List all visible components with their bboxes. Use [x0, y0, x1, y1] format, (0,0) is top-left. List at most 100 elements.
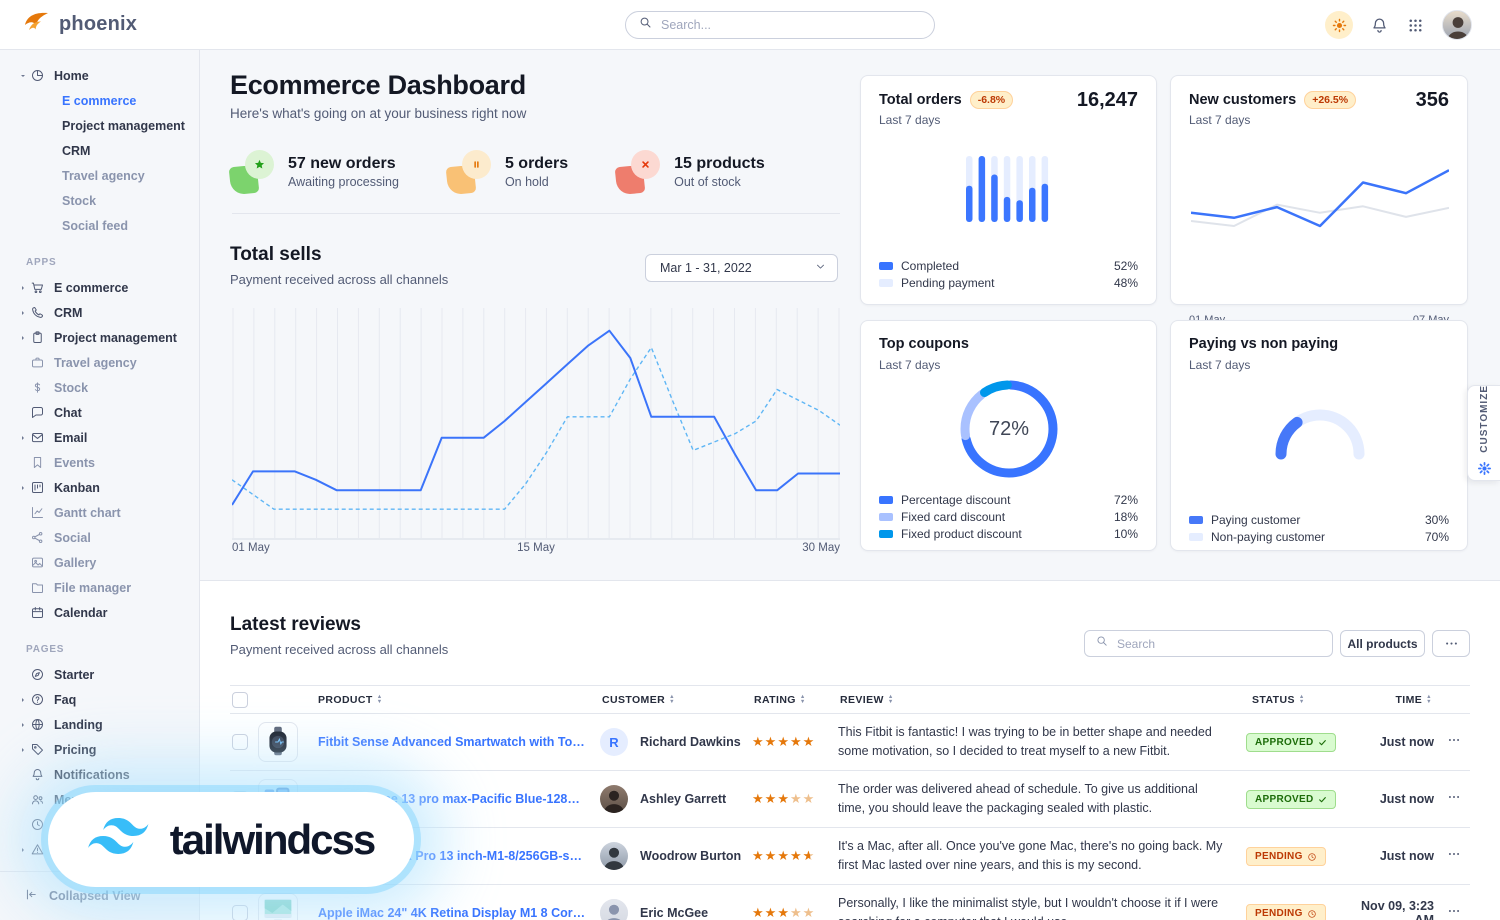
dashboard-section: Ecommerce Dashboard Here's what's going … — [200, 50, 1500, 580]
order-stats-row: 57 new ordersAwaiting processing5 orders… — [230, 150, 765, 194]
user-avatar[interactable] — [1442, 10, 1472, 40]
x-stat-icon — [616, 150, 660, 194]
row-menu-button[interactable] — [1438, 733, 1470, 752]
sidebar-item-gantt-chart[interactable]: Gantt chart — [0, 500, 199, 525]
notifications-bell-icon[interactable] — [1370, 16, 1389, 35]
sidebar-item-label: E commerce — [62, 94, 136, 108]
review-text: The order was delivered ahead of schedul… — [828, 780, 1246, 818]
sidebar-item-kanban[interactable]: Kanban — [0, 475, 199, 500]
sidebar-item-social-feed[interactable]: Social feed — [0, 213, 199, 238]
customer-name: Ashley Garrett — [640, 792, 726, 806]
date-range-select[interactable]: Mar 1 - 31, 2022 — [645, 254, 838, 282]
reviews-search-input[interactable] — [1117, 637, 1322, 651]
chat-icon — [30, 405, 46, 420]
top-coupons-legend-item: Fixed card discount18% — [879, 508, 1138, 525]
x-tick: 01 May — [232, 542, 270, 554]
caret-right-icon — [19, 846, 27, 854]
row-checkbox[interactable] — [232, 905, 248, 920]
column-header-time[interactable]: TIME▲▼ — [1350, 694, 1438, 706]
sidebar-item-project-management[interactable]: Project management — [0, 325, 199, 350]
review-time: Just now — [1350, 735, 1438, 749]
status-badge-pending: PENDING — [1246, 847, 1326, 866]
rating-stars: ★★★★★ — [744, 905, 828, 920]
legend-swatch — [1189, 516, 1203, 524]
row-checkbox[interactable] — [232, 734, 248, 750]
global-search[interactable] — [625, 11, 935, 39]
column-header-product[interactable]: PRODUCT▲▼ — [312, 694, 592, 706]
sidebar-item-social[interactable]: Social — [0, 525, 199, 550]
x-tick: 15 May — [517, 542, 555, 554]
sidebar-item-landing[interactable]: Landing — [0, 712, 199, 737]
theme-toggle-sun-icon[interactable] — [1325, 11, 1353, 39]
column-header-rating[interactable]: RATING▲▼ — [744, 694, 828, 706]
sidebar-item-pricing[interactable]: Pricing — [0, 737, 199, 762]
phoenix-logo[interactable]: phoenix — [24, 10, 137, 39]
customer-cell: RRichard Dawkins — [592, 728, 744, 756]
total-orders-card: Total orders -6.8% Last 7 days 16,247 Co… — [860, 75, 1157, 305]
paying-card-title: Paying vs non paying — [1189, 336, 1338, 352]
column-header-customer[interactable]: CUSTOMER▲▼ — [592, 694, 744, 706]
customer-name: Woodrow Burton — [640, 849, 741, 863]
sidebar-item-events[interactable]: Events — [0, 450, 199, 475]
product-link[interactable]: Fitbit Sense Advanced Smartwatch with To… — [312, 735, 592, 749]
reviews-search[interactable] — [1084, 630, 1333, 657]
column-header-review[interactable]: REVIEW▲▼ — [828, 694, 1246, 706]
share-icon — [30, 530, 46, 545]
new-customers-change-badge: +26.5% — [1304, 91, 1356, 109]
sidebar-item-project-management[interactable]: Project management — [0, 113, 199, 138]
calendar-icon — [30, 605, 46, 620]
sidebar-item-home[interactable]: Home — [0, 63, 199, 88]
sidebar-item-stock[interactable]: Stock — [0, 188, 199, 213]
legend-label: Percentage discount — [901, 493, 1010, 507]
review-table-row: Fitbit Sense Advanced Smartwatch with To… — [230, 714, 1470, 771]
sidebar-item-label: E commerce — [54, 281, 128, 295]
legend-swatch — [879, 279, 893, 287]
sidebar-item-travel-agency[interactable]: Travel agency — [0, 350, 199, 375]
sidebar-item-label: Pricing — [54, 743, 96, 757]
stat-out-of-stock: 15 productsOut of stock — [616, 150, 765, 194]
total-orders-legend-item: Pending payment48% — [879, 274, 1138, 291]
reviews-menu-button[interactable] — [1432, 630, 1470, 657]
total-orders-legend-item: Completed52% — [879, 257, 1138, 274]
sidebar-item-faq[interactable]: Faq — [0, 687, 199, 712]
row-menu-button[interactable] — [1438, 847, 1470, 866]
apps-grid-icon[interactable] — [1406, 16, 1425, 35]
new-customers-card: New customers +26.5% Last 7 days 356 01 … — [1170, 75, 1468, 305]
sidebar-item-starter[interactable]: Starter — [0, 662, 199, 687]
rating-stars: ★★★★★★ — [744, 848, 828, 864]
row-menu-button[interactable] — [1438, 790, 1470, 809]
stat-label: Out of stock — [674, 175, 765, 189]
sidebar-item-label: File manager — [54, 581, 131, 595]
review-text: This Fitbit is fantastic! I was trying t… — [828, 723, 1246, 761]
sidebar-item-chat[interactable]: Chat — [0, 400, 199, 425]
stats-divider — [232, 213, 840, 214]
sidebar-item-gallery[interactable]: Gallery — [0, 550, 199, 575]
sidebar-item-file-manager[interactable]: File manager — [0, 575, 199, 600]
folder-icon — [30, 580, 46, 595]
sidebar-item-e-commerce[interactable]: E commerce — [0, 275, 199, 300]
all-products-filter-button[interactable]: All products — [1340, 630, 1425, 657]
select-all-checkbox[interactable] — [232, 692, 248, 708]
sidebar-item-email[interactable]: Email — [0, 425, 199, 450]
sidebar-item-stock[interactable]: Stock — [0, 375, 199, 400]
sidebar-item-crm[interactable]: CRM — [0, 138, 199, 163]
sidebar-item-label: Chat — [54, 406, 82, 420]
pie-icon — [30, 68, 46, 83]
caret-right-icon — [19, 484, 27, 492]
legend-value: 72% — [1114, 493, 1138, 507]
sidebar-item-travel-agency[interactable]: Travel agency — [0, 163, 199, 188]
caret-right-icon — [19, 334, 27, 342]
users-icon — [30, 792, 46, 807]
row-menu-button[interactable] — [1438, 904, 1470, 920]
sidebar-item-crm[interactable]: CRM — [0, 300, 199, 325]
sidebar-item-label: Stock — [62, 194, 96, 208]
product-link[interactable]: Apple iMac 24" 4K Retina Display M1 8 Co… — [312, 906, 592, 920]
sidebar-item-notifications[interactable]: Notifications — [0, 762, 199, 787]
cart-icon — [30, 280, 46, 295]
search-input[interactable] — [661, 18, 922, 32]
sidebar-item-calendar[interactable]: Calendar — [0, 600, 199, 625]
customize-panel-tab[interactable]: CUSTOMIZE — [1467, 385, 1500, 481]
column-header-status[interactable]: STATUS▲▼ — [1246, 694, 1350, 706]
paying-legend-item: Non-paying customer70% — [1189, 528, 1449, 545]
sidebar-item-e-commerce[interactable]: E commerce — [0, 88, 199, 113]
